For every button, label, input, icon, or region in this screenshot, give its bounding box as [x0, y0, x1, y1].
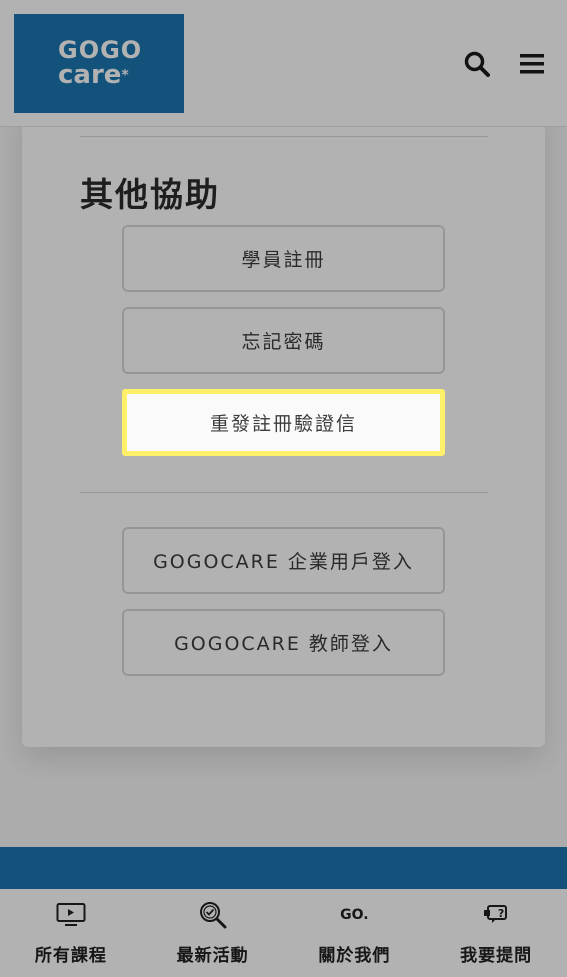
logo-mark: *	[121, 67, 129, 84]
logo-line-2: care*	[58, 62, 129, 89]
tab-label: 最新活動	[176, 946, 249, 966]
resend-verification-email-button[interactable]: 重發註冊驗證信	[122, 389, 445, 456]
question-chat-icon: ?	[476, 899, 516, 931]
go-icon: GO.	[334, 899, 374, 931]
question-mark: ?	[497, 906, 505, 920]
bottom-tab-bar: 所有課程 最新活動 GO. 關於我們 ? 我要提問	[0, 889, 567, 977]
tab-label: 所有課程	[34, 946, 107, 966]
header: GOGO care*	[0, 0, 567, 127]
tab-all-courses[interactable]: 所有課程	[0, 889, 142, 977]
search-check-icon	[193, 899, 233, 931]
video-icon	[51, 899, 91, 931]
footer-band	[0, 847, 567, 889]
enterprise-login-button[interactable]: GOGOCARE 企業用戶登入	[122, 527, 445, 594]
tab-about-us[interactable]: GO. 關於我們	[284, 889, 426, 977]
search-icon[interactable]	[460, 47, 494, 81]
menu-icon[interactable]	[515, 47, 549, 81]
divider	[80, 136, 488, 137]
forgot-password-button[interactable]: 忘記密碼	[122, 307, 445, 374]
tab-latest-events[interactable]: 最新活動	[142, 889, 284, 977]
gogocare-logo[interactable]: GOGO care*	[14, 14, 184, 113]
logo-line-1: GOGO	[58, 36, 143, 64]
tab-ask-question[interactable]: ? 我要提問	[425, 889, 567, 977]
tab-label: 關於我們	[318, 946, 391, 966]
logo-line-2-text: care	[58, 60, 122, 90]
go-icon-text: GO.	[340, 907, 369, 923]
divider	[80, 492, 488, 493]
teacher-login-button[interactable]: GOGOCARE 教師登入	[122, 609, 445, 676]
section-title: 其他協助	[80, 175, 220, 214]
student-register-button[interactable]: 學員註冊	[122, 225, 445, 292]
tab-label: 我要提問	[460, 946, 533, 966]
